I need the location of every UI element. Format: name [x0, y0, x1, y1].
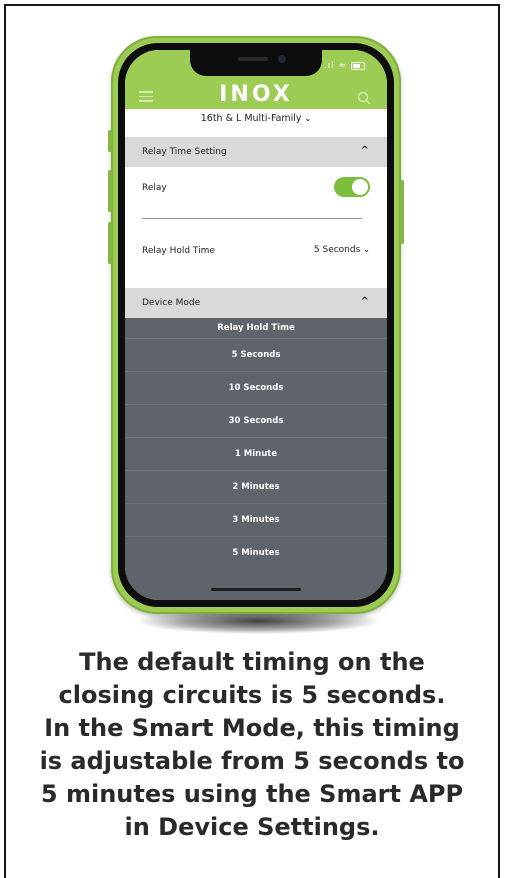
caret-up-icon: ^ [360, 145, 369, 156]
relay-label: Relay [142, 183, 167, 193]
picker-option[interactable]: 30 Seconds [125, 404, 387, 437]
status-bar: .ıl ≈ [324, 61, 365, 71]
picker-option[interactable]: 5 Minutes [125, 536, 387, 569]
hold-time-picker: Relay Hold Time 5 Seconds 10 Seconds 30 … [125, 318, 387, 600]
relay-toggle[interactable] [334, 177, 370, 197]
wifi-icon: ≈ [338, 61, 348, 71]
picker-option[interactable]: 10 Seconds [125, 371, 387, 404]
menu-icon[interactable] [139, 91, 153, 102]
caption-line: In the Smart Mode, this timing [44, 714, 460, 742]
phone-screen: INOX .ıl ≈ 16th & L Multi-Family ⌄ Relay … [125, 50, 387, 600]
volume-down-button [108, 222, 112, 264]
caption-line: in Device Settings. [124, 813, 380, 841]
location-label: 16th & L Multi-Family [200, 113, 302, 124]
caption-line: The default timing on the [79, 648, 425, 676]
section-title: Relay Time Setting [142, 147, 227, 157]
battery-icon [351, 61, 365, 70]
caption-line: closing circuits is 5 seconds. [58, 681, 446, 709]
relay-row: Relay [125, 167, 387, 209]
caption-text: The default timing on the closing circui… [12, 646, 492, 844]
picker-option[interactable]: 1 Minute [125, 437, 387, 470]
search-icon[interactable] [357, 91, 371, 105]
caret-up-icon: ^ [360, 296, 369, 307]
relay-time-setting-header[interactable]: Relay Time Setting ^ [125, 137, 387, 167]
chevron-down-icon: ⌄ [363, 245, 370, 254]
power-button [400, 180, 404, 244]
front-camera [278, 55, 286, 63]
phone-notch [190, 50, 322, 76]
volume-up-button [108, 170, 112, 212]
location-selector[interactable]: 16th & L Multi-Family ⌄ [125, 109, 387, 129]
picker-option[interactable]: 3 Minutes [125, 503, 387, 536]
signal-icon: .ıl [323, 61, 335, 71]
hold-time-value: 5 Seconds ⌄ [313, 245, 370, 255]
divider [142, 218, 362, 219]
device-mode-header[interactable]: Device Mode ^ [125, 288, 387, 318]
caption-line: is adjustable from 5 seconds to [39, 747, 465, 775]
toggle-knob [352, 179, 368, 195]
mute-switch [108, 130, 112, 152]
relay-hold-time-row[interactable]: Relay Hold Time 5 Seconds ⌄ [125, 230, 387, 272]
app-logo: INOX [219, 82, 293, 107]
chevron-down-icon: ⌄ [304, 114, 312, 123]
caption-line: 5 minutes using the Smart APP [40, 780, 464, 808]
home-indicator [211, 588, 301, 591]
picker-option[interactable]: 2 Minutes [125, 470, 387, 503]
speaker [238, 57, 268, 61]
picker-title: Relay Hold Time [217, 323, 295, 333]
hold-time-label: Relay Hold Time [142, 246, 215, 256]
picker-option[interactable]: 5 Seconds [125, 338, 387, 371]
section-title: Device Mode [142, 298, 201, 308]
